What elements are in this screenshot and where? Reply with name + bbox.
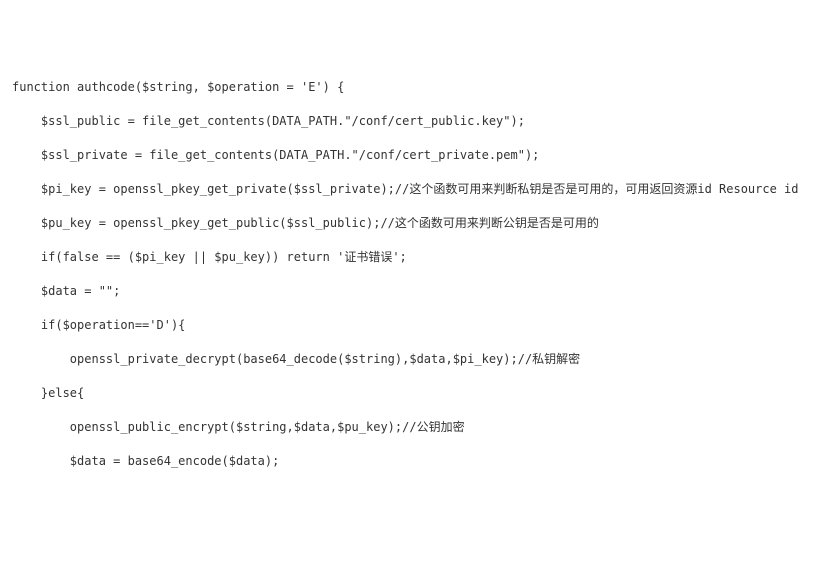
code-line: [12, 266, 814, 283]
code-line: openssl_private_decrypt(base64_decode($s…: [12, 351, 814, 368]
code-line: [12, 232, 814, 249]
code-block: function authcode($string, $operation = …: [12, 79, 814, 470]
code-line: $data = "";: [12, 283, 814, 300]
code-line: $data = base64_encode($data);: [12, 453, 814, 470]
code-line: $pi_key = openssl_pkey_get_private($ssl_…: [12, 181, 814, 198]
code-line: [12, 368, 814, 385]
code-line: function authcode($string, $operation = …: [12, 79, 814, 96]
code-line: [12, 130, 814, 147]
code-line: $ssl_public = file_get_contents(DATA_PAT…: [12, 113, 814, 130]
code-line: openssl_public_encrypt($string,$data,$pu…: [12, 419, 814, 436]
code-line: [12, 96, 814, 113]
code-line: [12, 164, 814, 181]
code-line: }else{: [12, 385, 814, 402]
code-line: [12, 198, 814, 215]
code-line: $ssl_private = file_get_contents(DATA_PA…: [12, 147, 814, 164]
code-line: [12, 300, 814, 317]
code-line: [12, 402, 814, 419]
code-line: if($operation=='D'){: [12, 317, 814, 334]
code-line: [12, 334, 814, 351]
code-line: $pu_key = openssl_pkey_get_public($ssl_p…: [12, 215, 814, 232]
code-line: if(false == ($pi_key || $pu_key)) return…: [12, 249, 814, 266]
code-line: [12, 436, 814, 453]
